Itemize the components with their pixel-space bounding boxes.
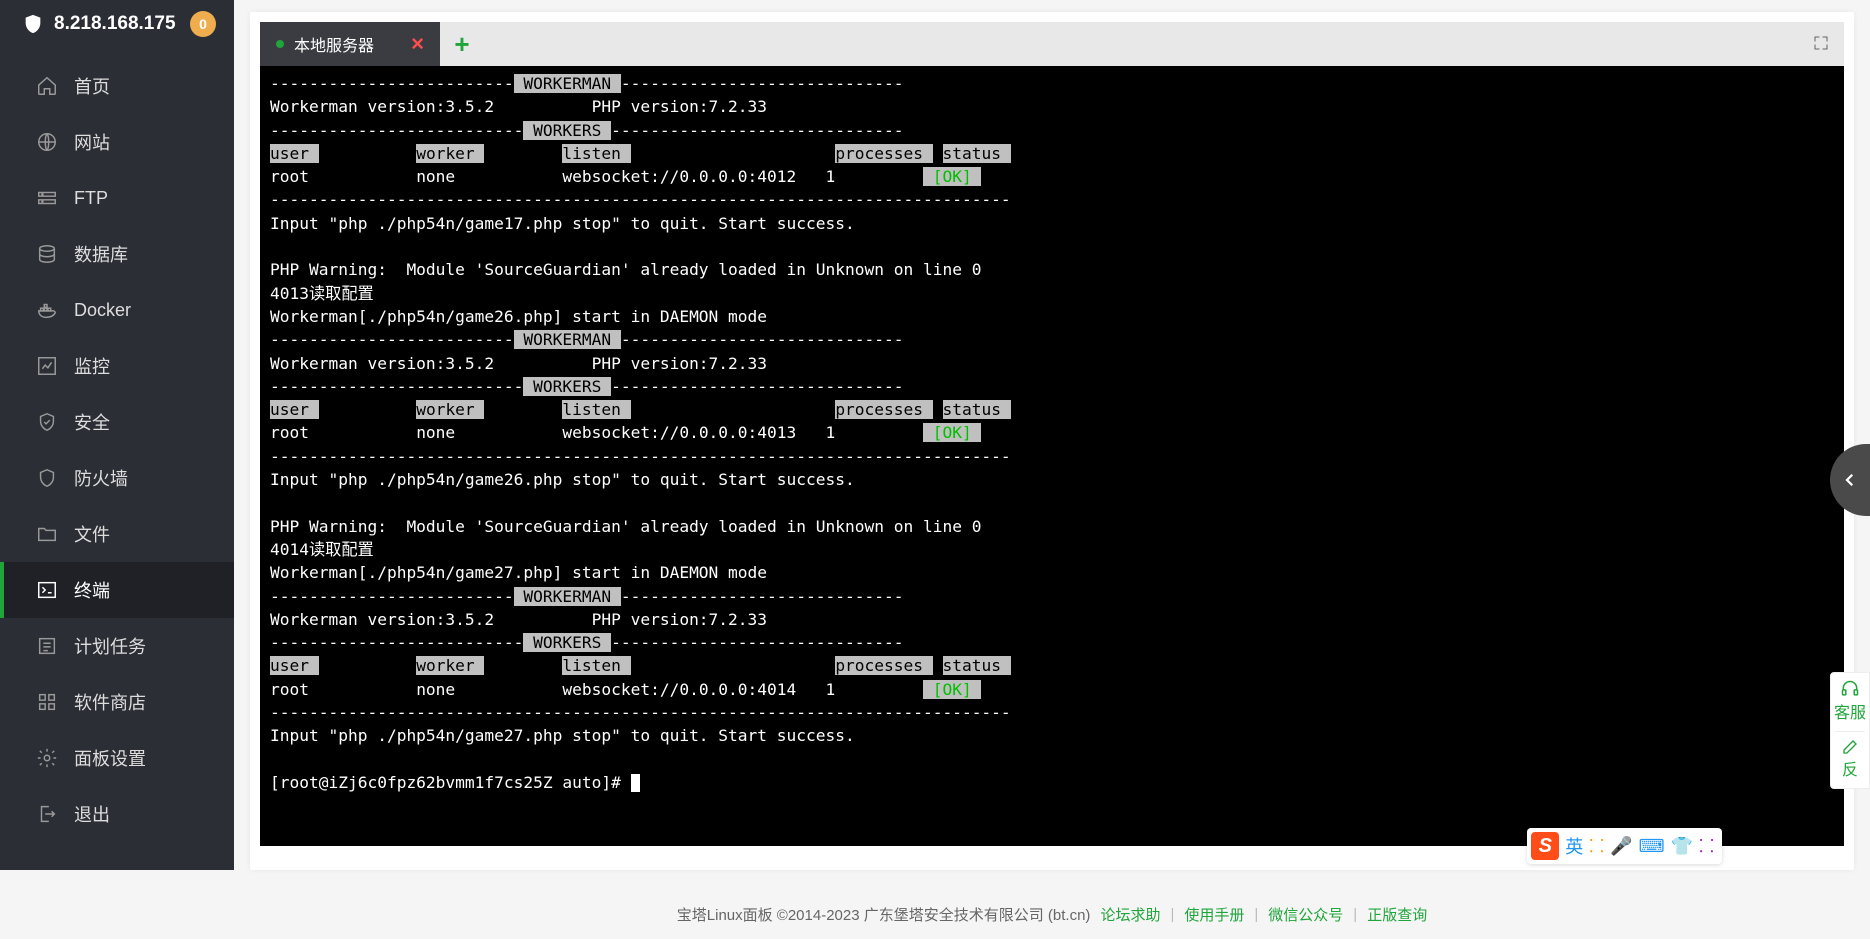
ime-dots-icon[interactable]: ⸬	[1589, 834, 1604, 858]
add-tab-button[interactable]: +	[440, 22, 484, 66]
sidebar: 8.218.168.175 0 首页 网站 FTP 数据库 Docker 监控 …	[0, 0, 234, 870]
gear-icon	[36, 747, 58, 769]
ime-toolbar[interactable]: S 英 ⸬ 🎤 ⌨ 👕 ⸬	[1527, 828, 1722, 864]
sidebar-item-label: 网站	[74, 129, 110, 155]
firewall-icon	[36, 467, 58, 489]
sidebar-item-site[interactable]: 网站	[0, 114, 234, 170]
sidebar-items: 首页 网站 FTP 数据库 Docker 监控 安全 防火墙 文件 终端 计划任…	[0, 58, 234, 842]
ime-grid-icon[interactable]: ⸬	[1699, 834, 1714, 858]
sidebar-item-label: 文件	[74, 521, 110, 547]
sidebar-item-label: 安全	[74, 409, 110, 435]
sidebar-item-label: FTP	[74, 188, 108, 209]
fullscreen-icon[interactable]	[1812, 34, 1830, 52]
sidebar-item-settings[interactable]: 面板设置	[0, 730, 234, 786]
tasks-icon	[36, 635, 58, 657]
terminal-prompt: [root@iZj6c0fpz62bvmm1f7cs25Z auto]#	[270, 773, 631, 792]
shield-icon	[22, 13, 44, 35]
edit-icon[interactable]	[1831, 738, 1869, 756]
ime-keyboard-icon[interactable]: ⌨	[1639, 836, 1665, 857]
docker-icon	[36, 299, 58, 321]
footer-copyright: 宝塔Linux面板 ©2014-2023 广东堡塔安全技术有限公司 (bt.cn…	[677, 904, 1091, 925]
sidebar-item-files[interactable]: 文件	[0, 506, 234, 562]
status-dot-icon	[276, 40, 284, 48]
shield-check-icon	[36, 411, 58, 433]
terminal-icon	[36, 579, 58, 601]
tab-label: 本地服务器	[294, 32, 374, 56]
ime-lang[interactable]: 英	[1565, 833, 1583, 859]
sidebar-item-cron[interactable]: 计划任务	[0, 618, 234, 674]
chart-icon	[36, 355, 58, 377]
sogou-icon[interactable]: S	[1531, 832, 1559, 860]
sidebar-item-security[interactable]: 安全	[0, 394, 234, 450]
ftp-icon	[36, 187, 58, 209]
sidebar-item-label: 监控	[74, 353, 110, 379]
sidebar-item-exit[interactable]: 退出	[0, 786, 234, 842]
tab-local-server[interactable]: 本地服务器 ×	[260, 22, 440, 66]
sidebar-item-label: 防火墙	[74, 465, 128, 491]
footer-link-wechat[interactable]: 微信公众号	[1268, 904, 1343, 925]
sidebar-item-ftp[interactable]: FTP	[0, 170, 234, 226]
sidebar-item-home[interactable]: 首页	[0, 58, 234, 114]
apps-icon	[36, 691, 58, 713]
chevron-left-icon	[1841, 468, 1859, 492]
database-icon	[36, 243, 58, 265]
terminal-output[interactable]: ------------------------- WORKERMAN ----…	[260, 66, 1844, 846]
float-panel: 客服 反	[1830, 672, 1870, 789]
notification-badge[interactable]: 0	[190, 11, 216, 37]
close-icon[interactable]: ×	[411, 31, 424, 57]
sidebar-item-store[interactable]: 软件商店	[0, 674, 234, 730]
server-ip: 8.218.168.175	[54, 13, 176, 35]
terminal-panel: 本地服务器 × + ------------------------- WORK…	[250, 12, 1854, 870]
headset-icon[interactable]	[1831, 679, 1869, 699]
sidebar-item-label: 数据库	[74, 241, 128, 267]
sidebar-item-label: 面板设置	[74, 745, 146, 771]
sidebar-item-firewall[interactable]: 防火墙	[0, 450, 234, 506]
logout-icon	[36, 803, 58, 825]
float-service-label[interactable]: 客服	[1831, 703, 1869, 725]
float-feedback-label[interactable]: 反	[1831, 760, 1869, 782]
folder-icon	[36, 523, 58, 545]
sidebar-item-label: 退出	[74, 801, 110, 827]
terminal-cursor	[631, 774, 640, 792]
content-area: 本地服务器 × + ------------------------- WORK…	[234, 0, 1870, 870]
footer-link-forum[interactable]: 论坛求助	[1100, 904, 1160, 925]
footer-link-verify[interactable]: 正版查询	[1367, 904, 1427, 925]
sidebar-item-monitor[interactable]: 监控	[0, 338, 234, 394]
sidebar-item-label: 软件商店	[74, 689, 146, 715]
sidebar-item-label: Docker	[74, 300, 131, 321]
sidebar-item-label: 首页	[74, 73, 110, 99]
footer-link-manual[interactable]: 使用手册	[1184, 904, 1244, 925]
globe-icon	[36, 131, 58, 153]
sidebar-item-label: 终端	[74, 577, 110, 603]
home-icon	[36, 75, 58, 97]
tab-bar: 本地服务器 × +	[260, 22, 1844, 66]
sidebar-item-label: 计划任务	[74, 633, 146, 659]
ime-skin-icon[interactable]: 👕	[1671, 836, 1693, 857]
sidebar-item-docker[interactable]: Docker	[0, 282, 234, 338]
footer: 宝塔Linux面板 ©2014-2023 广东堡塔安全技术有限公司 (bt.cn…	[234, 889, 1870, 939]
sidebar-item-db[interactable]: 数据库	[0, 226, 234, 282]
sidebar-header: 8.218.168.175 0	[0, 0, 234, 48]
sidebar-item-terminal[interactable]: 终端	[0, 562, 234, 618]
ime-mic-icon[interactable]: 🎤	[1610, 836, 1632, 857]
